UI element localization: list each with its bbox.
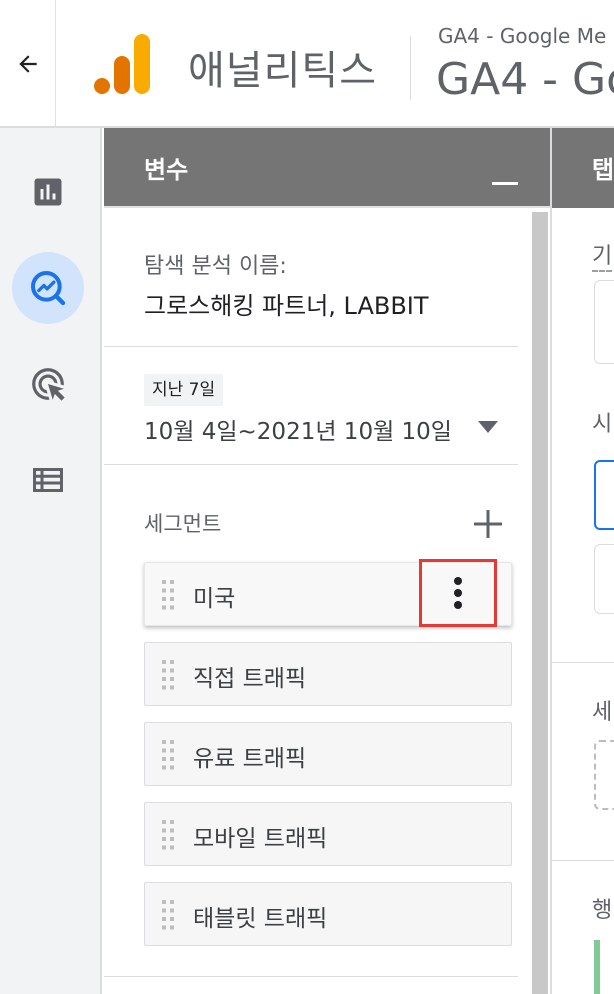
explore-icon [31, 271, 66, 306]
segment-label: 태블릿 트래픽 [193, 906, 328, 932]
exploration-name-label: 탐색 분석 이름: [144, 254, 287, 279]
variables-panel: 변수 탐색 분석 이름: 그로스해킹 파트너, LABBIT 지난 7일 10월… [104, 128, 550, 994]
arrow-left-icon [18, 55, 37, 73]
list-icon [33, 468, 63, 492]
section-divider [104, 346, 518, 347]
ads-click-icon [32, 368, 65, 401]
segment-label: 직접 트래픽 [193, 666, 307, 692]
property-name[interactable]: GA4 - Go [436, 54, 614, 105]
section-divider [552, 860, 614, 861]
variables-title: 변수 [144, 156, 189, 184]
drag-handle-icon[interactable] [161, 899, 175, 931]
dropdown-arrow-icon[interactable] [476, 418, 500, 436]
section-divider [104, 976, 518, 977]
drag-handle-icon[interactable] [161, 739, 175, 771]
segment-chip[interactable]: 미국 [144, 559, 512, 627]
segment-chip[interactable]: 직접 트래픽 [144, 642, 512, 706]
bar-chart-icon [34, 178, 62, 206]
nav-configure[interactable] [12, 444, 84, 516]
app-name: 애널리틱스 [188, 48, 377, 94]
segment-label: 모바일 트래픽 [193, 826, 328, 852]
add-segment-icon[interactable] [472, 508, 504, 540]
segment-label: 미국 [193, 586, 236, 612]
app-header: 애널리틱스 GA4 - Google Me GA4 - Go [0, 0, 614, 128]
back-button[interactable] [0, 0, 56, 128]
left-navigation [0, 128, 102, 994]
segment-label: 유료 트래픽 [193, 746, 307, 772]
visualization-label: 시 [592, 412, 613, 437]
variables-scrollbar[interactable] [532, 212, 548, 994]
tab-settings-header: 탭 [552, 128, 614, 208]
more-vert-icon [454, 577, 462, 609]
drag-handle-icon[interactable] [161, 579, 175, 611]
row-dimension-chip[interactable] [594, 940, 600, 994]
exploration-name-input[interactable]: 그로스해킹 파트너, LABBIT [144, 286, 429, 321]
nav-advertising[interactable] [12, 348, 84, 420]
analytics-logo-icon [94, 34, 150, 94]
rows-label: 행 [592, 898, 613, 923]
segment-more-options-button[interactable] [419, 559, 497, 627]
technique-label: 기 [592, 238, 613, 272]
nav-reports[interactable] [12, 156, 84, 228]
segment-comparison-label: 세 [592, 700, 613, 725]
date-preset-chip: 지난 7일 [144, 374, 224, 406]
visualization-option-selected[interactable] [594, 460, 614, 530]
minimize-panel-button[interactable] [492, 182, 518, 185]
tab-settings-panel: 탭 기 시 세 행 [550, 128, 614, 994]
segment-chip[interactable]: 유료 트래픽 [144, 722, 512, 786]
variables-panel-header: 변수 [104, 128, 550, 208]
segment-chip[interactable]: 태블릿 트래픽 [144, 882, 512, 946]
segments-label: 세그먼트 [144, 512, 222, 536]
segment-chip[interactable]: 모바일 트래픽 [144, 802, 512, 866]
drag-handle-icon[interactable] [161, 659, 175, 691]
section-divider [104, 464, 518, 465]
header-divider [410, 36, 411, 100]
segment-drop-zone[interactable] [594, 740, 614, 810]
visualization-option[interactable] [594, 544, 614, 614]
section-divider [552, 662, 614, 663]
drag-handle-icon[interactable] [161, 819, 175, 851]
nav-explore[interactable] [12, 252, 84, 324]
property-account-label[interactable]: GA4 - Google Me [438, 24, 606, 48]
technique-select[interactable] [594, 280, 614, 364]
date-range-picker[interactable]: 10월 4일~2021년 10월 10일 [144, 412, 452, 446]
tab-settings-title: 탭 [592, 156, 614, 184]
